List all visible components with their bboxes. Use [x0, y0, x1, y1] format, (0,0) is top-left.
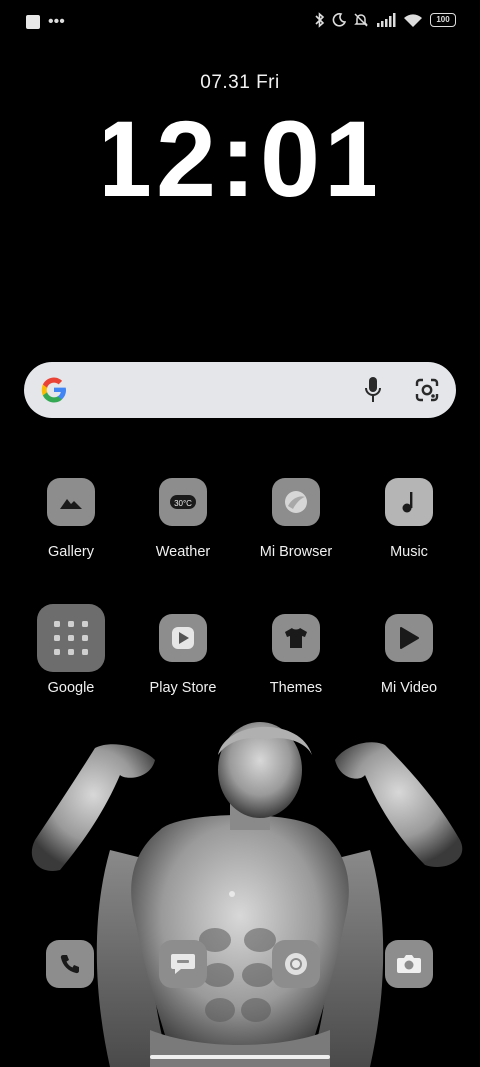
notification-square-icon — [26, 15, 40, 29]
app-label: Google — [47, 680, 95, 696]
browser-icon — [272, 478, 320, 526]
bluetooth-icon — [315, 12, 325, 28]
svg-text:30°C: 30°C — [174, 499, 192, 508]
bell-muted-icon — [354, 13, 368, 27]
chrome-icon — [285, 953, 307, 975]
google-logo-icon — [41, 377, 66, 403]
app-weather[interactable]: 30°C Weather — [128, 478, 238, 560]
page-indicator-dot — [229, 891, 235, 897]
lockscreen-date: 07.31 Fri — [200, 72, 280, 93]
app-label: Music — [390, 544, 428, 560]
app-gallery[interactable]: Gallery — [16, 478, 126, 560]
gallery-icon — [47, 478, 95, 526]
signal-icon — [377, 13, 396, 27]
app-label: Mi Browser — [259, 544, 333, 560]
more-dots-icon: ••• — [48, 13, 65, 30]
google-search-bar[interactable] — [24, 362, 456, 418]
app-label: Mi Video — [380, 680, 438, 696]
themes-icon — [272, 614, 320, 662]
play-store-icon — [159, 614, 207, 662]
phone-icon — [60, 955, 79, 974]
clock-widget[interactable]: 12:01 — [0, 98, 480, 219]
battery-level: 100 — [436, 15, 450, 24]
clock-time: 12:01 — [105, 100, 375, 200]
status-bar: ••• 100 — [0, 0, 480, 44]
moon-icon — [332, 13, 346, 27]
app-mi-video[interactable]: Mi Video — [354, 614, 464, 696]
microphone-icon[interactable] — [364, 376, 382, 404]
dock-camera[interactable] — [385, 940, 433, 988]
app-label: Play Store — [149, 680, 217, 696]
google-folder-icon — [37, 604, 105, 672]
app-label: Themes — [269, 680, 323, 696]
app-music[interactable]: Music — [354, 478, 464, 560]
music-icon — [385, 478, 433, 526]
dock-chrome[interactable] — [272, 940, 320, 988]
wallpaper-statue-image — [31, 722, 463, 1067]
video-icon — [385, 614, 433, 662]
home-gesture-bar[interactable] — [150, 1055, 330, 1059]
app-label: Weather — [155, 544, 211, 560]
messages-icon — [171, 954, 195, 974]
dock-phone[interactable] — [46, 940, 94, 988]
app-themes[interactable]: Themes — [241, 614, 351, 696]
app-label: Gallery — [48, 544, 94, 560]
dock-messages[interactable] — [159, 940, 207, 988]
app-mi-browser[interactable]: Mi Browser — [241, 478, 351, 560]
camera-icon — [397, 955, 421, 973]
weather-icon: 30°C — [159, 478, 207, 526]
clock-time-digits: 12:01 — [92, 98, 384, 219]
battery-icon: 100 — [430, 13, 456, 27]
app-play-store[interactable]: Play Store — [128, 614, 238, 696]
google-lens-icon[interactable] — [414, 377, 440, 403]
app-google-folder[interactable]: Google — [16, 604, 126, 696]
wifi-icon — [404, 13, 422, 27]
